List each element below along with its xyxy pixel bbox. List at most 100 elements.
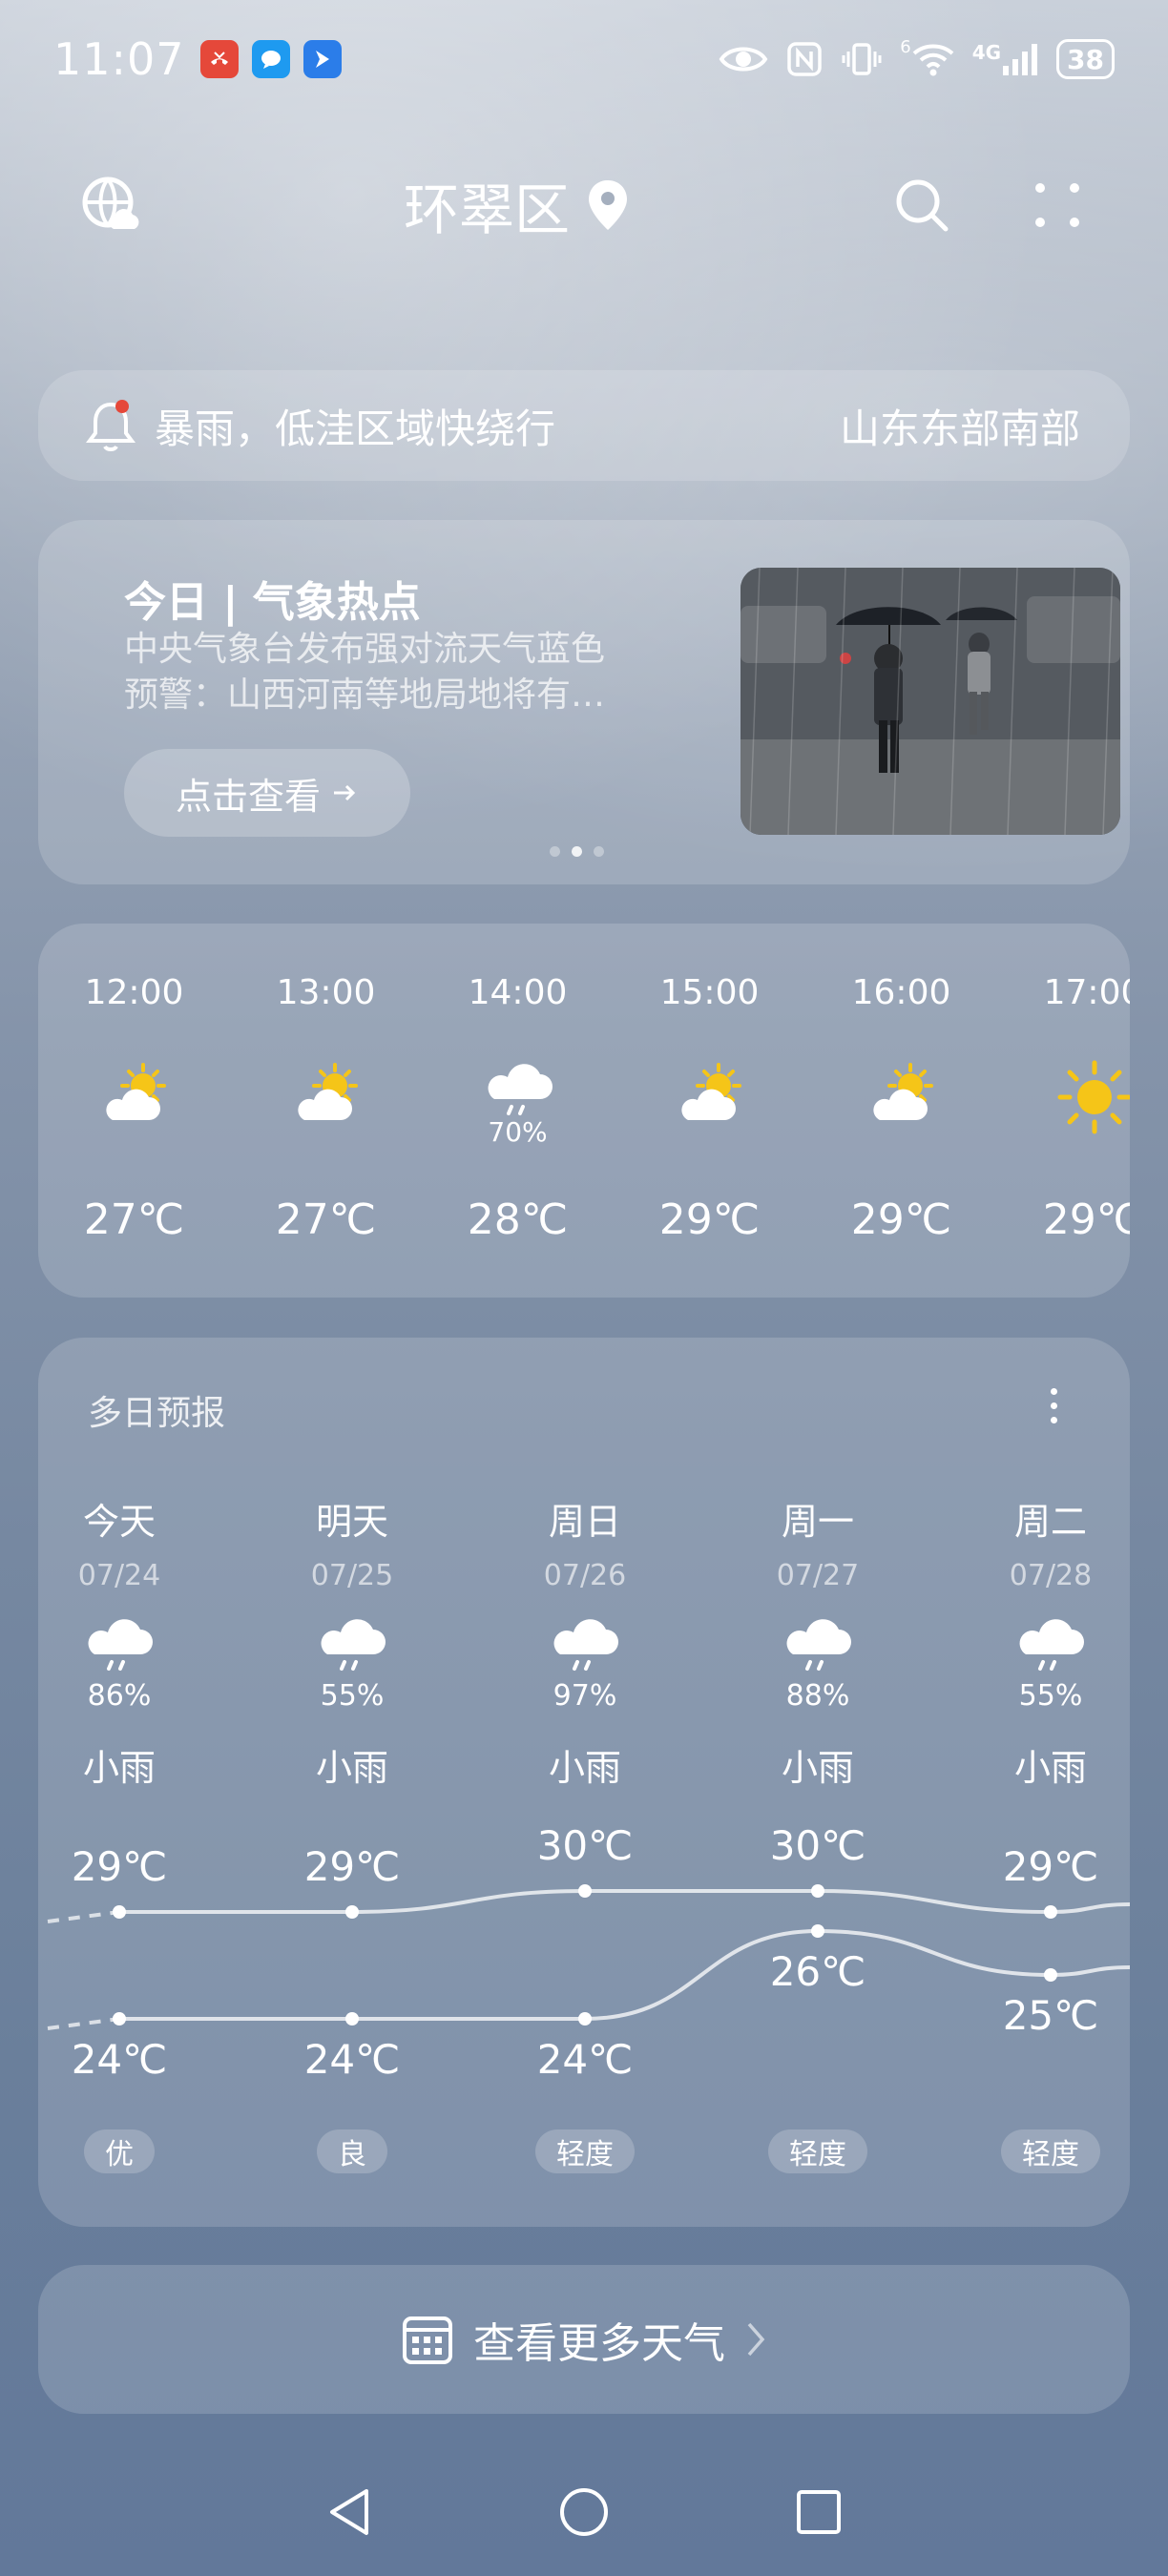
aqi-badge: 优	[84, 2129, 155, 2173]
daily-precip-chance: 86%	[87, 1679, 152, 1713]
daily-date: 07/25	[310, 1559, 394, 1592]
hourly-temperature: 28℃	[467, 1195, 569, 1244]
hourly-temperature: 29℃	[850, 1195, 952, 1244]
daily-item[interactable]: 周二 07/28 55% 小雨 29℃ 25℃ 轻度	[934, 1338, 1130, 2227]
city-title[interactable]: 环翠区	[404, 165, 629, 245]
battery-indicator: 38	[1056, 39, 1115, 79]
home-button[interactable]	[557, 2485, 611, 2543]
hourly-item[interactable]: 15:00 29℃	[614, 924, 805, 1298]
daily-condition: 小雨	[82, 1747, 156, 1789]
back-button[interactable]	[323, 2485, 376, 2543]
wifi-icon: 6	[900, 37, 954, 77]
daily-item[interactable]: 明天 07/25 55% 小雨 29℃ 24℃ 良	[236, 1338, 469, 2227]
daily-air-quality: 轻度	[934, 2129, 1130, 2173]
arrow-right-icon	[334, 784, 356, 801]
daily-item[interactable]: 周一 07/27 88% 小雨 30℃ 26℃ 轻度	[701, 1338, 934, 2227]
bell-alert-icon	[86, 400, 136, 451]
carousel-dot	[550, 846, 560, 857]
missed-call-icon	[199, 40, 239, 78]
daily-low-temp: 25℃	[1002, 1992, 1099, 2039]
alert-region: 山东东部南部	[839, 405, 1080, 452]
chevron-right-icon	[747, 2322, 765, 2357]
carousel-dot-active	[572, 846, 582, 857]
eye-comfort-icon	[719, 42, 768, 76]
daily-day-name: 周一	[781, 1501, 854, 1543]
news-image[interactable]	[740, 568, 1120, 835]
daily-precip-chance: 55%	[1018, 1679, 1083, 1713]
daily-date: 07/26	[543, 1559, 627, 1592]
view-news-button[interactable]: 点击查看	[124, 749, 410, 837]
daily-date: 07/27	[776, 1559, 860, 1592]
hourly-item[interactable]: 14:00 70% 28℃	[422, 924, 614, 1298]
aqi-badge: 良	[317, 2129, 387, 2173]
app-header: 环翠区	[76, 157, 1092, 253]
hourly-precip-chance: 70%	[488, 1116, 548, 1148]
wifi-slot-label: 6	[900, 37, 911, 57]
partly-sunny-icon	[287, 1057, 367, 1137]
view-news-label: 点击查看	[175, 775, 321, 818]
daily-high-temp: 30℃	[536, 1822, 634, 1869]
daily-date: 07/28	[1009, 1559, 1093, 1592]
recents-button[interactable]	[792, 2485, 845, 2543]
aqi-badge: 轻度	[535, 2129, 635, 2173]
sunny-icon	[1054, 1057, 1130, 1137]
cellular-signal-icon: 4G	[972, 41, 1039, 77]
location-pin-icon	[589, 180, 627, 230]
daily-air-quality: 优	[38, 2129, 236, 2173]
home-circle-icon	[560, 2488, 608, 2536]
status-time: 11:07	[53, 33, 185, 85]
more-weather-label: 查看更多天气	[473, 2319, 725, 2368]
hourly-item[interactable]: 12:00 27℃	[38, 924, 230, 1298]
daily-forecast-card[interactable]: 多日预报 今天 07/24 86% 小雨 29℃ 24℃ 优明天 07/25 55% 小雨 29℃ 2…	[38, 1338, 1130, 2227]
menu-button[interactable]	[1023, 171, 1092, 239]
aqi-badge: 轻度	[1001, 2129, 1100, 2173]
app-notification-icon	[302, 40, 342, 78]
daily-forecast-list: 今天 07/24 86% 小雨 29℃ 24℃ 优 明天 07/25 55% 小雨 29℃ 24℃ 良 周日…	[38, 1338, 1130, 2227]
news-summary-line: 中央气象台发布强对流天气蓝色	[124, 630, 606, 669]
daily-day-name: 周二	[1013, 1501, 1087, 1543]
daily-date: 07/24	[77, 1559, 161, 1592]
hourly-item[interactable]: 17:00 29℃	[997, 924, 1130, 1298]
nfc-icon	[785, 40, 824, 78]
hourly-time: 16:00	[851, 973, 951, 1012]
news-summary: 中央气象台发布强对流天气蓝色 预警：山西河南等地局地将有…	[124, 627, 658, 718]
news-summary-line: 预警：山西河南等地局地将有…	[124, 675, 606, 715]
hourly-forecast-list[interactable]: 12:00 27℃ 13:00 27℃ 14:00 70% 28℃ 15:00 29℃ 16:00…	[38, 924, 1130, 1298]
daily-low-temp: 24℃	[71, 2036, 168, 2083]
search-button[interactable]	[887, 171, 956, 239]
hourly-time: 13:00	[276, 973, 376, 1012]
more-weather-button[interactable]: 查看更多天气	[38, 2265, 1130, 2414]
system-navigation-bar	[0, 2471, 1168, 2557]
hourly-forecast-card[interactable]: 12:00 27℃ 13:00 27℃ 14:00 70% 28℃ 15:00 29℃ 16:00…	[38, 924, 1130, 1298]
daily-high-temp: 29℃	[303, 1843, 401, 1890]
partly-sunny-icon	[671, 1057, 751, 1137]
hourly-time: 15:00	[659, 973, 760, 1012]
carousel-dot	[594, 846, 604, 857]
hourly-temperature: 29℃	[658, 1195, 761, 1244]
daily-item[interactable]: 今天 07/24 86% 小雨 29℃ 24℃ 优	[38, 1338, 236, 2227]
light-rain-icon	[545, 1612, 625, 1679]
aqi-badge: 轻度	[768, 2129, 867, 2173]
news-carousel-indicator	[550, 846, 604, 857]
weather-alert-card[interactable]: 暴雨，低洼区域快绕行 山东东部南部	[38, 370, 1130, 481]
hourly-time: 12:00	[84, 973, 184, 1012]
daily-condition: 小雨	[548, 1747, 621, 1789]
hourly-time: 14:00	[468, 973, 568, 1012]
recents-square-icon	[797, 2490, 841, 2534]
city-name: 环翠区	[403, 177, 570, 242]
daily-low-temp: 26℃	[769, 1948, 866, 1995]
daily-item[interactable]: 周日 07/26 97% 小雨 30℃ 24℃ 轻度	[469, 1338, 701, 2227]
globe-cloud-icon	[82, 177, 139, 229]
daily-precip-chance: 97%	[553, 1679, 617, 1713]
hourly-item[interactable]: 13:00 27℃	[230, 924, 422, 1298]
daily-precip-chance: 55%	[320, 1679, 385, 1713]
search-icon	[896, 179, 949, 232]
hourly-item[interactable]: 16:00 29℃	[805, 924, 997, 1298]
daily-condition: 小雨	[1013, 1747, 1087, 1789]
light-rain-icon	[79, 1612, 159, 1679]
daily-day-name: 今天	[82, 1501, 156, 1543]
hourly-temperature: 27℃	[83, 1195, 185, 1244]
daily-low-temp: 24℃	[303, 2036, 401, 2083]
daily-low-temp: 24℃	[536, 2036, 634, 2083]
city-manage-button[interactable]	[76, 171, 145, 239]
